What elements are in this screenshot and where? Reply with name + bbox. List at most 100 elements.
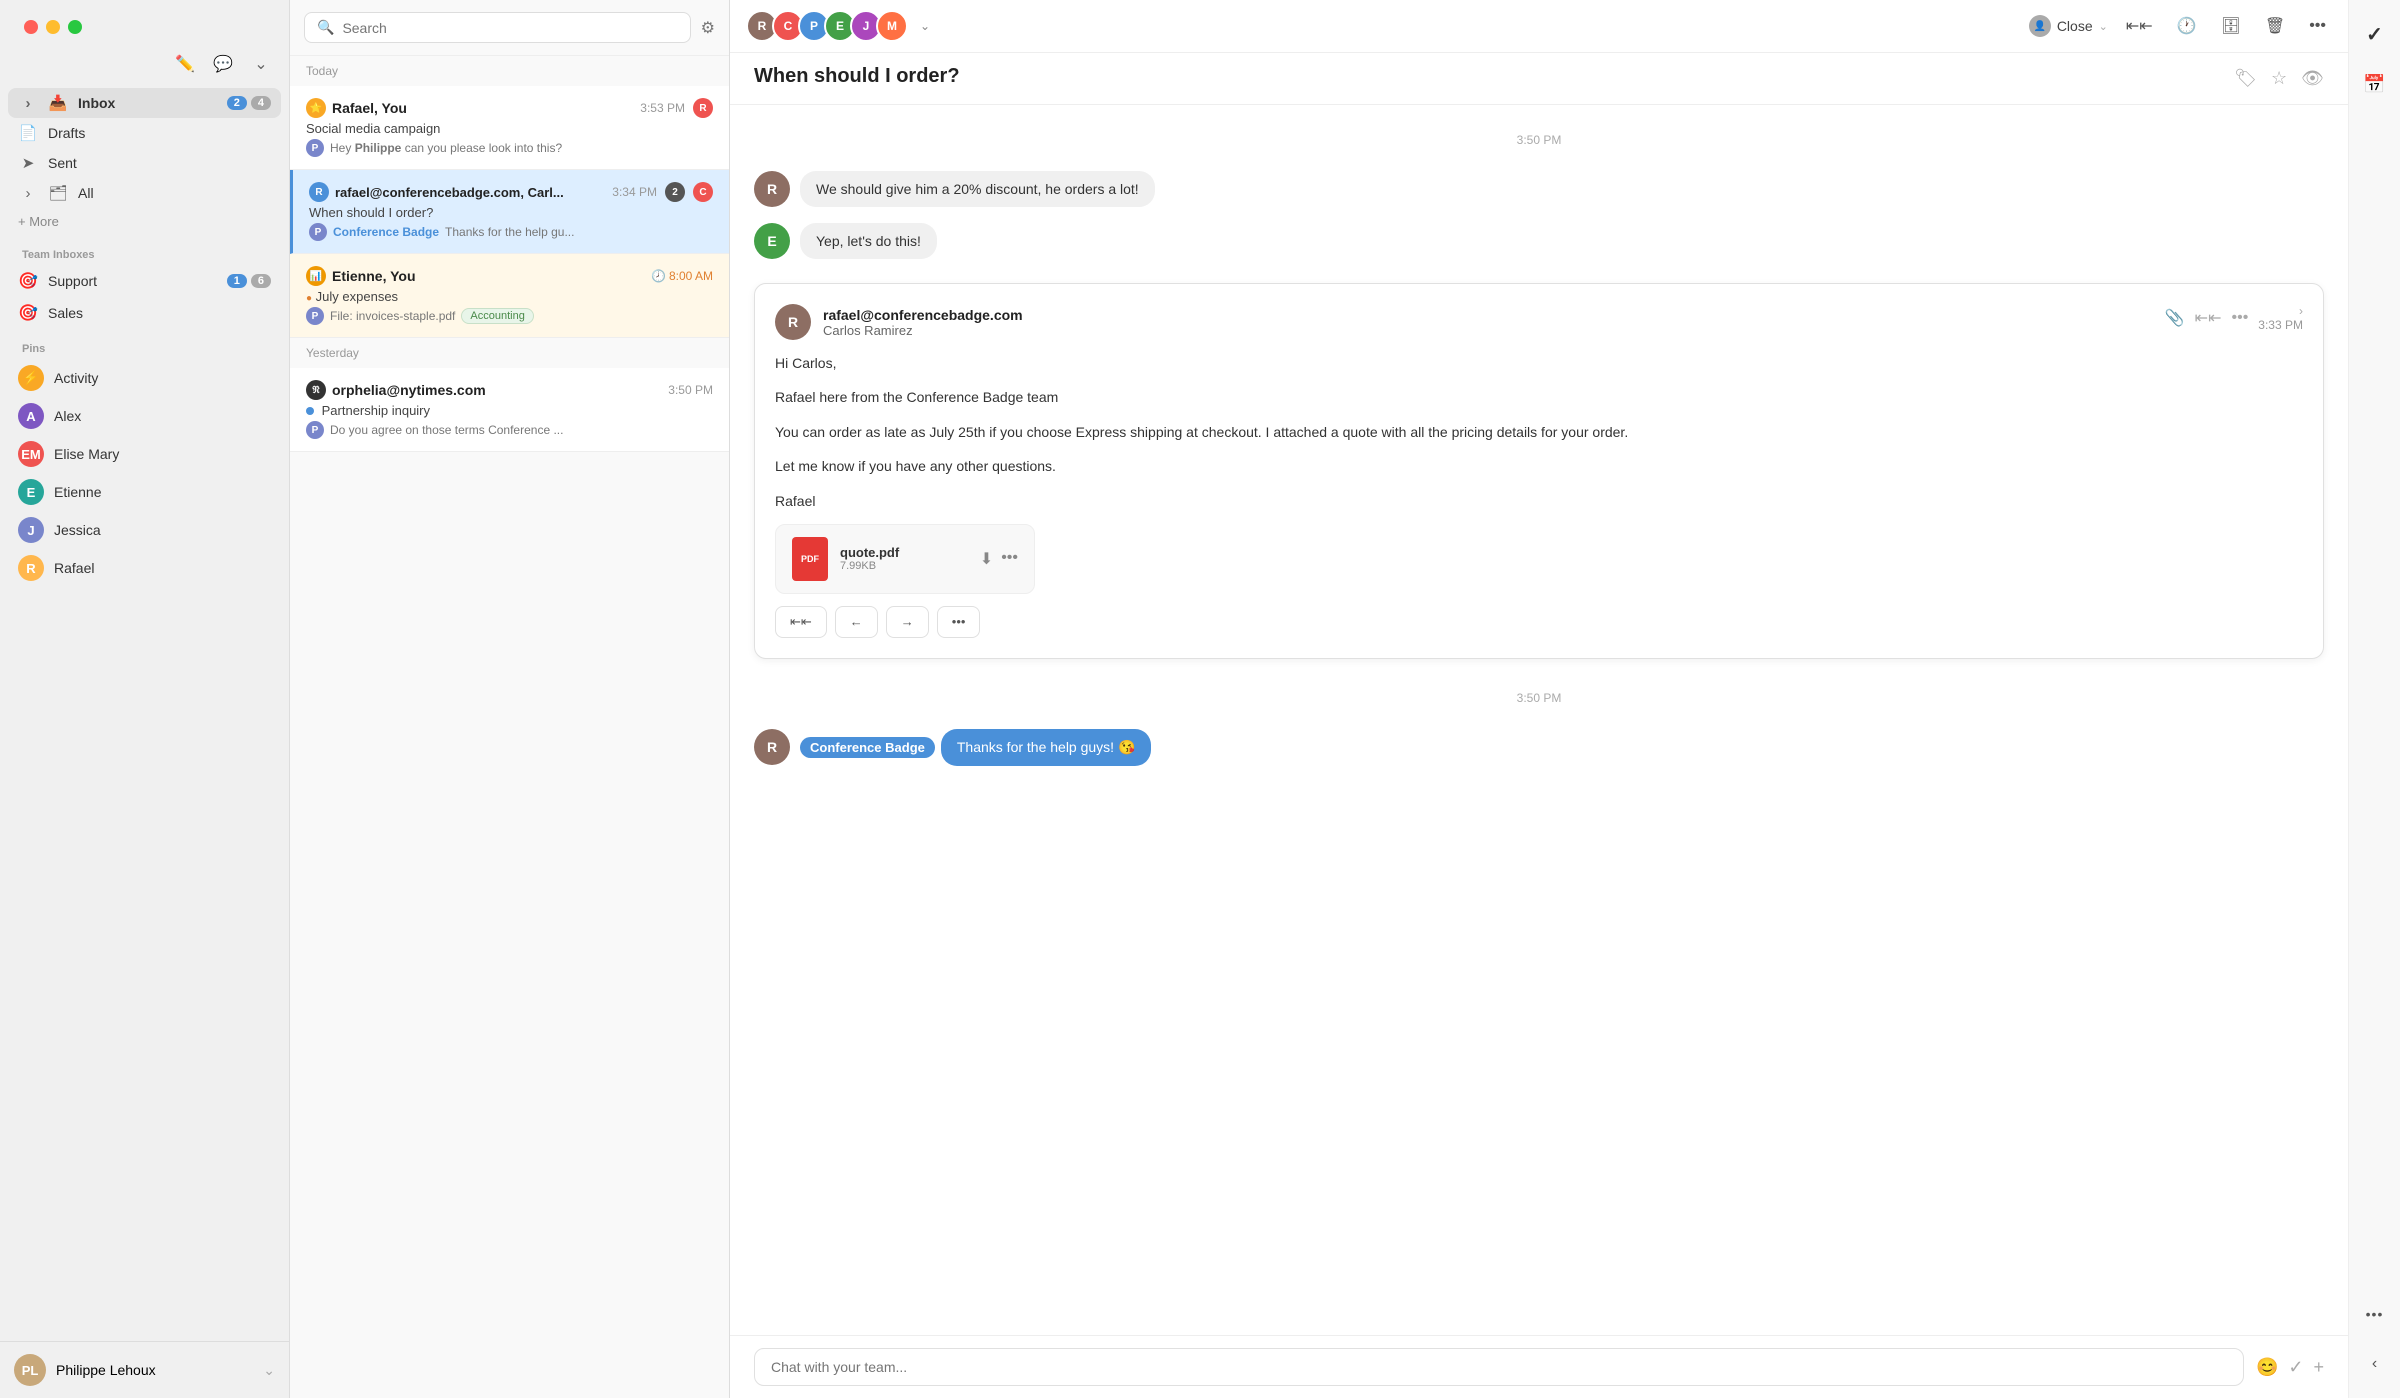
message-item-etienne[interactable]: 📊 Etienne, You 🕗 8:00 AM ● July expenses… — [290, 254, 729, 338]
sidebar-toolbar: ✏️ 💬 ⌄ — [0, 50, 289, 88]
delete-icon[interactable]: 🗑 — [2259, 10, 2291, 42]
sidebar-item-sent[interactable]: ➤ Sent — [8, 148, 281, 178]
message-item-orphelia[interactable]: 𝔑 orphelia@nytimes.com 3:50 PM Partnersh… — [290, 368, 729, 452]
emoji-icon[interactable]: 😊 — [2256, 1357, 2278, 1378]
sidebar-item-more[interactable]: + More — [8, 208, 281, 235]
clock-icon[interactable]: 🕐 — [2171, 10, 2203, 42]
checkmark-icon[interactable]: ✓ — [2288, 1357, 2303, 1378]
archive-icon[interactable]: 🗄 — [2215, 10, 2247, 42]
close-button[interactable] — [24, 20, 38, 34]
msg-sender-3: 📊 Etienne, You — [306, 266, 416, 286]
message-item-rafael[interactable]: ⭐ Rafael, You 3:53 PM R Social media cam… — [290, 86, 729, 170]
msg-avatar-3: 📊 — [306, 266, 326, 286]
elise-mary-label: Elise Mary — [54, 446, 119, 462]
msg-time-2: 3:34 PM — [612, 185, 657, 199]
email-from: rafael@conferencebadge.com — [823, 307, 1023, 323]
jessica-avatar: J — [18, 517, 44, 543]
msg-header-3: 📊 Etienne, You 🕗 8:00 AM — [306, 266, 713, 286]
user-avatar: PL — [14, 1354, 46, 1386]
email-card-header: R rafael@conferencebadge.com Carlos Rami… — [775, 304, 2303, 340]
filter-icon[interactable]: ⚙ — [701, 18, 715, 38]
rafael-label: Rafael — [54, 560, 94, 576]
email-avatar: R — [775, 304, 811, 340]
etienne-label: Etienne — [54, 484, 101, 500]
minimize-button[interactable] — [46, 20, 60, 34]
star-icon[interactable]: ☆ — [2271, 68, 2287, 89]
compose-icon[interactable]: ✏️ — [171, 50, 199, 78]
forward-button[interactable]: → — [886, 606, 929, 638]
chevron-group[interactable]: ⌄ — [920, 19, 930, 33]
close-chevron-icon: ⌄ — [2099, 20, 2108, 33]
msg-sender-1: ⭐ Rafael, You — [306, 98, 407, 118]
search-box[interactable]: 🔍 — [304, 12, 691, 43]
chat-icon[interactable]: 💬 — [209, 50, 237, 78]
sidebar-item-elise-mary[interactable]: EM Elise Mary — [8, 435, 281, 473]
email-card-actions: 📎 ⇤⇤ ••• › 3:33 PM — [2165, 304, 2303, 332]
etienne-avatar: E — [18, 479, 44, 505]
rs-calendar-icon[interactable]: 📅 — [2357, 66, 2393, 102]
attachment-info: quote.pdf 7.99KB — [840, 545, 968, 572]
more-options-icon[interactable]: ••• — [2303, 11, 2332, 41]
conv-avatar-6: M — [876, 10, 908, 42]
bubble-1: We should give him a 20% discount, he or… — [800, 171, 1155, 207]
sidebar-item-etienne[interactable]: E Etienne — [8, 473, 281, 511]
email-closing: Let me know if you have any other questi… — [775, 455, 2303, 477]
chat-input[interactable] — [754, 1348, 2244, 1386]
alex-label: Alex — [54, 408, 81, 424]
avatar-group-chevron: ⌄ — [920, 19, 930, 33]
rs-collapse-icon[interactable]: ‹ — [2357, 1346, 2393, 1382]
sidebar-item-inbox[interactable]: › 📥 Inbox 2 4 — [8, 88, 281, 118]
reply-all-icon[interactable]: ⇤⇤ — [2120, 10, 2159, 42]
search-input[interactable] — [342, 20, 677, 36]
accounting-tag: Accounting — [461, 308, 533, 324]
sidebar-item-jessica[interactable]: J Jessica — [8, 511, 281, 549]
date-separator-today: Today — [290, 56, 729, 86]
user-chevron-icon[interactable]: ⌄ — [263, 1362, 275, 1379]
sidebar-item-activity[interactable]: ⚡ Activity — [8, 359, 281, 397]
paperclip-icon[interactable]: 📎 — [2165, 308, 2185, 328]
msg-time-3: 🕗 8:00 AM — [651, 269, 713, 283]
drafts-label: Drafts — [48, 125, 271, 141]
sidebar-item-drafts[interactable]: 📄 Drafts — [8, 118, 281, 148]
msg-subject-2: When should I order? — [309, 205, 713, 220]
sidebar-item-support[interactable]: 🎯 Support 1 6 — [8, 265, 281, 297]
preview-avatar-2: P — [309, 223, 327, 241]
email-more-icon[interactable]: ••• — [2231, 309, 2248, 327]
rs-more-icon[interactable]: ••• — [2357, 1296, 2393, 1332]
sidebar-footer: PL Philippe Lehoux ⌄ — [0, 1341, 289, 1398]
inbox-badges: 2 4 — [227, 96, 271, 110]
attachment-more-icon[interactable]: ••• — [1001, 549, 1018, 569]
support-badge1: 1 — [227, 274, 247, 288]
support-badge2: 6 — [251, 274, 271, 288]
assign-icon: 👤 — [2029, 15, 2051, 37]
bubble-avatar-2: E — [754, 223, 790, 259]
date-separator-yesterday: Yesterday — [290, 338, 729, 368]
eye-icon[interactable]: 👁 — [2301, 68, 2324, 89]
drafts-icon: 📄 — [18, 124, 38, 142]
user-name: Philippe Lehoux — [56, 1362, 253, 1378]
message-list-panel: 🔍 ⚙ Today ⭐ Rafael, You 3:53 PM R Social… — [290, 0, 730, 1398]
assign-button[interactable]: 👤 Close ⌄ — [2029, 15, 2108, 37]
maximize-button[interactable] — [68, 20, 82, 34]
preview-avatar-1: P — [306, 139, 324, 157]
attachment-download-icon[interactable]: ⬇ — [980, 549, 993, 569]
sidebar-item-alex[interactable]: A Alex — [8, 397, 281, 435]
chevron-down-icon[interactable]: ⌄ — [247, 50, 275, 78]
tag-icon[interactable]: 🏷 — [2234, 68, 2257, 89]
sidebar-item-all[interactable]: › 🗂 All — [8, 178, 281, 208]
rs-check-icon[interactable]: ✓ — [2357, 16, 2393, 52]
more-actions-button[interactable]: ••• — [937, 606, 981, 638]
plus-icon[interactable]: + — [2313, 1357, 2324, 1378]
message-item-conference[interactable]: R rafael@conferencebadge.com, Carl... 3:… — [290, 170, 729, 254]
inbox-badge-unread: 2 — [227, 96, 247, 110]
reply-all-button[interactable]: ⇤⇤ — [775, 606, 827, 638]
sent-label: Sent — [48, 155, 271, 171]
avatar-group: R C P E J M — [746, 10, 908, 42]
email-signature: Rafael — [775, 490, 2303, 512]
msg-subject-1: Social media campaign — [306, 121, 713, 136]
sidebar-item-rafael[interactable]: R Rafael — [8, 549, 281, 587]
reply-button[interactable]: ← — [835, 606, 878, 638]
conversation-title-row: When should I order? 🏷 ☆ 👁 — [730, 53, 2348, 105]
sidebar-item-sales[interactable]: 🎯 Sales — [8, 297, 281, 329]
email-reply-all-icon[interactable]: ⇤⇤ — [2195, 308, 2222, 328]
